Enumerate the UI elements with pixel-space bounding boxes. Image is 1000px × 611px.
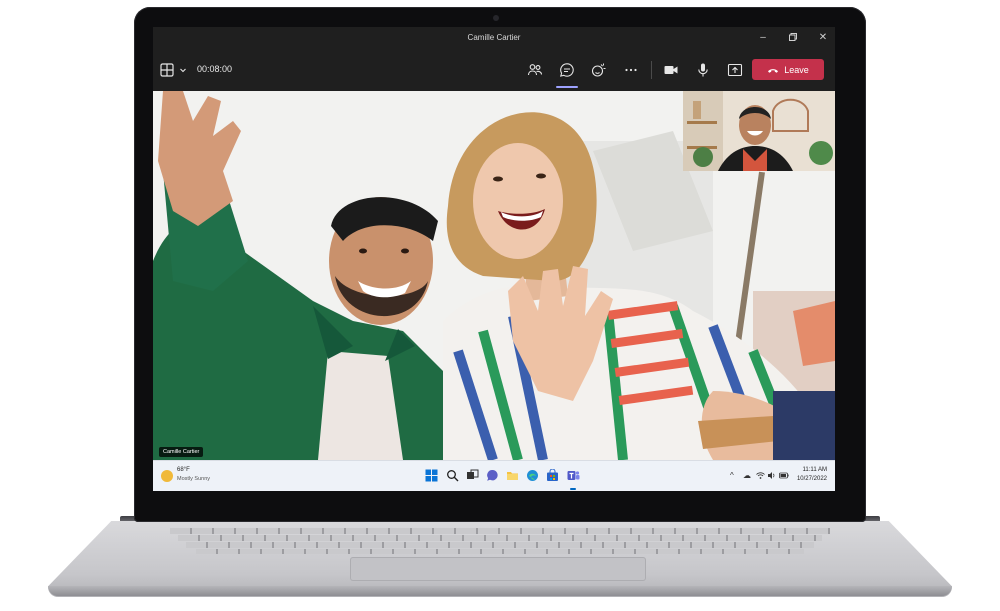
store-button[interactable]	[546, 468, 559, 482]
camera-button[interactable]	[663, 62, 679, 78]
people-button[interactable]	[527, 62, 543, 78]
chat-icon	[560, 63, 574, 77]
weather-sun-icon[interactable]	[161, 470, 173, 482]
more-options-icon	[625, 68, 637, 72]
reactions-icon	[591, 63, 606, 77]
start-button[interactable]	[425, 469, 438, 482]
self-view-image	[683, 91, 835, 171]
wifi-icon[interactable]	[756, 471, 765, 483]
active-app-indicator	[570, 488, 576, 490]
speaker-icon	[768, 472, 775, 479]
chevron-down-icon	[180, 68, 186, 73]
search-icon	[447, 470, 459, 482]
minimize-button[interactable]: –	[757, 32, 769, 44]
call-toolbar: 00:08:00 Leave	[153, 49, 835, 91]
task-view-button[interactable]	[466, 469, 479, 482]
leave-button[interactable]: Leave	[752, 59, 824, 80]
microphone-icon	[698, 63, 708, 77]
toolbar-divider	[651, 61, 652, 79]
task-view-icon	[467, 469, 479, 479]
hang-up-icon	[768, 68, 779, 73]
close-button[interactable]: ✕	[817, 32, 829, 44]
store-icon	[547, 468, 558, 481]
battery-icon[interactable]	[779, 471, 789, 483]
keyboard-row	[170, 528, 830, 534]
volume-icon[interactable]	[767, 471, 776, 483]
microphone-button[interactable]	[695, 62, 711, 78]
more-options-button[interactable]	[623, 62, 639, 78]
edge-button[interactable]	[526, 469, 539, 482]
window-title: Camille Cartier	[467, 33, 521, 42]
onedrive-icon[interactable]: ☁	[743, 471, 751, 481]
keyboard-row	[186, 542, 814, 548]
keyboard-row	[196, 549, 804, 554]
participant-name-tag: Camille Cartier	[159, 447, 204, 457]
file-explorer-icon	[507, 472, 518, 480]
layout-button[interactable]	[159, 62, 175, 78]
title-bar: Camille Cartier – ✕	[153, 27, 835, 49]
start-icon	[425, 469, 438, 482]
restore-icon	[789, 33, 797, 41]
edge-icon	[527, 470, 538, 481]
taskbar-clock-date[interactable]: 10/27/2022	[797, 476, 827, 482]
laptop-base-edge	[48, 586, 952, 596]
taskbar-clock-time[interactable]: 11:11 AM	[803, 467, 827, 473]
windows-taskbar: 68°F Mostly Sunny ^ ☁ 11:11 AM 10/27/202…	[153, 460, 835, 491]
layout-dropdown[interactable]	[175, 62, 186, 78]
show-hidden-icons-button[interactable]: ^	[730, 471, 734, 481]
self-view-video[interactable]	[683, 91, 835, 171]
trackpad	[350, 557, 646, 581]
call-timer: 00:08:00	[197, 64, 233, 74]
teams-button[interactable]	[567, 469, 580, 482]
main-video-feed: Camille Cartier	[153, 91, 835, 460]
keyboard-row	[178, 535, 822, 541]
people-icon	[527, 64, 543, 76]
reactions-button[interactable]	[591, 62, 607, 78]
weather-temperature[interactable]: 68°F	[177, 467, 190, 473]
file-explorer-button[interactable]	[506, 469, 519, 482]
teams-icon	[567, 471, 580, 480]
share-screen-button[interactable]	[727, 62, 743, 78]
active-tab-indicator	[556, 86, 578, 88]
wifi-signal-icon	[756, 472, 765, 479]
battery-level-icon	[779, 472, 789, 479]
chat-app-icon	[487, 469, 498, 481]
search-button[interactable]	[446, 469, 459, 482]
layout-grid-icon	[160, 63, 174, 77]
camera-icon	[664, 66, 678, 74]
leave-label: Leave	[784, 64, 809, 75]
weather-condition[interactable]: Mostly Sunny	[177, 476, 210, 482]
webcam	[493, 15, 499, 21]
chat-button[interactable]	[559, 62, 575, 78]
share-screen-icon	[727, 63, 743, 77]
chat-app-button[interactable]	[486, 469, 499, 482]
teams-call-window: Camille Cartier – ✕ 00:08:00 Leave Camil…	[153, 27, 835, 491]
restore-button[interactable]	[787, 32, 799, 44]
